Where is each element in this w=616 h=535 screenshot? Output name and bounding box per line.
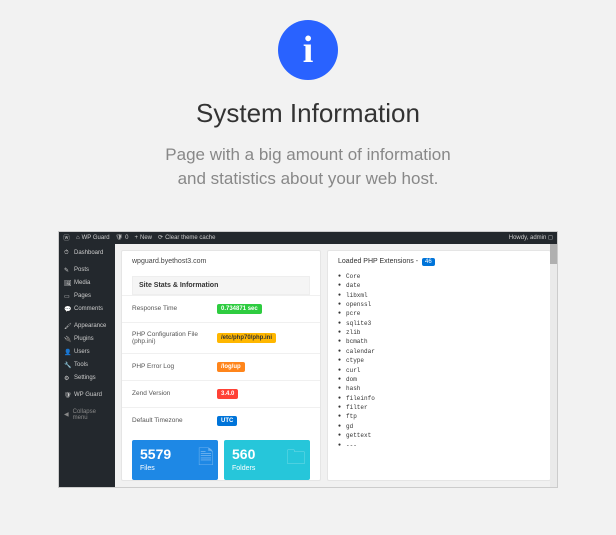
sidebar-item-appearance[interactable]: 🖌Appearance xyxy=(59,320,115,333)
media-icon: 🖼 xyxy=(64,280,70,287)
tools-icon: 🔧 xyxy=(64,362,70,369)
extension-item: calendar xyxy=(338,347,540,356)
sidebar-item-comments[interactable]: 💬Comments xyxy=(59,303,115,316)
info-icon: i xyxy=(278,20,338,80)
hero-title: System Information xyxy=(196,98,420,129)
stat-row-response-time: Response Time 0.734871 sec xyxy=(122,295,320,322)
hero-subtitle: Page with a big amount of information an… xyxy=(165,143,450,191)
badge-php-ini: /etc/php70/php.ini xyxy=(217,333,276,343)
sidebar-item-dashboard[interactable]: ⏱Dashboard xyxy=(59,247,115,260)
extension-item: sqlite3 xyxy=(338,318,540,327)
extension-item: date xyxy=(338,281,540,290)
extension-item: openssl xyxy=(338,300,540,309)
posts-icon: ✎ xyxy=(64,267,70,274)
extensions-list: Coredatelibxmlopensslpcresqlite3zlibbcma… xyxy=(338,272,540,450)
badge-error-log: /log/up xyxy=(217,362,245,372)
scrollbar[interactable] xyxy=(550,244,557,487)
extension-item: fileinfo xyxy=(338,393,540,402)
extension-item: ftp xyxy=(338,412,540,421)
extensions-panel: Loaded PHP Extensions - 46 Coredatelibxm… xyxy=(327,250,551,481)
extension-item: dom xyxy=(338,375,540,384)
pages-icon: ▭ xyxy=(64,293,70,300)
extension-item: --- xyxy=(338,440,540,449)
adminbar-new[interactable]: + New xyxy=(135,235,153,241)
sidebar-item-posts[interactable]: ✎Posts xyxy=(59,264,115,277)
folder-icon: 🗀 xyxy=(286,443,306,477)
tile-files[interactable]: 5579 Files 🗎 xyxy=(132,440,218,480)
stats-panel: wpguard.byethost3.com Site Stats & Infor… xyxy=(121,250,321,481)
extension-item: hash xyxy=(338,384,540,393)
extension-item: curl xyxy=(338,365,540,374)
shield-icon: 🛡 xyxy=(64,392,70,399)
extension-item: filter xyxy=(338,403,540,412)
sidebar-item-pages[interactable]: ▭Pages xyxy=(59,290,115,303)
file-icon: 🗎 xyxy=(198,443,214,477)
badge-timezone: UTC xyxy=(217,416,237,426)
settings-icon: ⚙ xyxy=(64,375,70,382)
users-icon: 👤 xyxy=(64,349,70,356)
comments-icon: 💬 xyxy=(64,306,70,313)
adminbar-clear-cache[interactable]: ⟳ Clear theme cache xyxy=(158,234,215,241)
scroll-thumb[interactable] xyxy=(550,244,557,264)
extension-item: gettext xyxy=(338,431,540,440)
extension-item: Core xyxy=(338,272,540,281)
sidebar-item-media[interactable]: 🖼Media xyxy=(59,277,115,290)
collapse-icon: ◀ xyxy=(64,411,69,418)
adminbar-howdy[interactable]: Howdy, admin ◻ xyxy=(509,234,553,241)
extensions-title: Loaded PHP Extensions - 46 xyxy=(338,258,540,266)
badge-response-time: 0.734871 sec xyxy=(217,304,262,314)
admin-screenshot: ⓦ ⌂ WP Guard 🛡 0 + New ⟳ Clear theme cac… xyxy=(58,231,558,488)
extension-item: ctype xyxy=(338,356,540,365)
appearance-icon: 🖌 xyxy=(64,323,70,330)
extension-item: libxml xyxy=(338,290,540,299)
adminbar-shield[interactable]: 🛡 0 xyxy=(116,234,129,241)
wordpress-logo-icon[interactable]: ⓦ xyxy=(63,233,70,243)
host-name: wpguard.byethost3.com xyxy=(122,251,320,272)
collapse-menu[interactable]: ◀Collapse menu xyxy=(59,406,115,424)
stat-row-error-log: PHP Error Log /log/up xyxy=(122,353,320,380)
adminbar-site[interactable]: ⌂ WP Guard xyxy=(76,235,110,241)
dashboard-icon: ⏱ xyxy=(64,250,70,257)
extension-item: pcre xyxy=(338,309,540,318)
wp-adminbar: ⓦ ⌂ WP Guard 🛡 0 + New ⟳ Clear theme cac… xyxy=(59,232,557,244)
extensions-count: 46 xyxy=(422,258,435,266)
sidebar-item-tools[interactable]: 🔧Tools xyxy=(59,359,115,372)
badge-zend: 3.4.0 xyxy=(217,389,238,399)
tile-folders[interactable]: 560 Folders 🗀 xyxy=(224,440,310,480)
content-area: wpguard.byethost3.com Site Stats & Infor… xyxy=(115,244,557,487)
stat-row-timezone: Default Timezone UTC xyxy=(122,407,320,434)
admin-sidebar: ⏱Dashboard ✎Posts 🖼Media ▭Pages 💬Comment… xyxy=(59,244,115,487)
extension-item: gd xyxy=(338,422,540,431)
plugins-icon: 🔌 xyxy=(64,336,70,343)
sidebar-item-wpguard[interactable]: 🛡WP Guard xyxy=(59,389,115,402)
sidebar-item-users[interactable]: 👤Users xyxy=(59,346,115,359)
stat-row-php-ini: PHP Configuration File (php.ini) /etc/ph… xyxy=(122,322,320,353)
stat-row-zend: Zend Version 3.4.0 xyxy=(122,380,320,407)
extension-item: zlib xyxy=(338,328,540,337)
stats-header: Site Stats & Information xyxy=(132,276,310,295)
sidebar-item-settings[interactable]: ⚙Settings xyxy=(59,372,115,385)
sidebar-item-plugins[interactable]: 🔌Plugins xyxy=(59,333,115,346)
extension-item: bcmath xyxy=(338,337,540,346)
